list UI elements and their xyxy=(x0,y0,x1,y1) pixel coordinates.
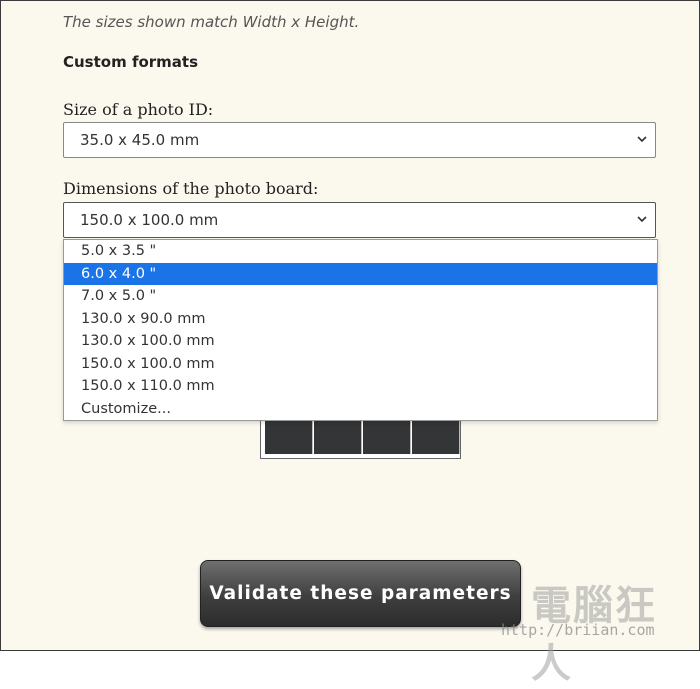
photo-cell xyxy=(265,419,313,454)
photo-board-label: Dimensions of the photo board: xyxy=(63,179,319,198)
intro-note: The sizes shown match Width x Height. xyxy=(63,13,360,31)
photo-board-select[interactable]: 150.0 x 100.0 mm xyxy=(63,202,656,238)
dropdown-option-customize[interactable]: Customize... xyxy=(64,398,657,421)
dropdown-option-130x90[interactable]: 130.0 x 90.0 mm xyxy=(64,308,657,331)
dropdown-option-150x100[interactable]: 150.0 x 100.0 mm xyxy=(64,353,657,376)
watermark-url: http://briian.com xyxy=(501,621,655,639)
photo-cell xyxy=(363,419,411,454)
photo-id-select[interactable]: 35.0 x 45.0 mm xyxy=(63,122,656,158)
chevron-down-icon xyxy=(637,136,647,143)
photo-board-preview xyxy=(260,419,461,459)
photo-id-value: 35.0 x 45.0 mm xyxy=(80,131,200,149)
photo-cell xyxy=(412,419,460,454)
page-frame: The sizes shown match Width x Height. Cu… xyxy=(0,0,700,687)
dropdown-option-130x100[interactable]: 130.0 x 100.0 mm xyxy=(64,330,657,353)
photo-board-dropdown: 5.0 x 3.5 " 6.0 x 4.0 " 7.0 x 5.0 " 130.… xyxy=(63,239,658,421)
dropdown-option-5x3.5[interactable]: 5.0 x 3.5 " xyxy=(64,240,657,263)
validate-parameters-button[interactable]: Validate these parameters xyxy=(200,560,521,627)
watermark: 電腦狂人 http://briian.com xyxy=(501,569,697,687)
dropdown-option-7x5[interactable]: 7.0 x 5.0 " xyxy=(64,285,657,308)
dropdown-option-150x110[interactable]: 150.0 x 110.0 mm xyxy=(64,375,657,398)
section-title: Custom formats xyxy=(63,53,199,71)
photo-board-value: 150.0 x 100.0 mm xyxy=(80,211,219,229)
photo-id-label: Size of a photo ID: xyxy=(63,100,214,119)
chevron-down-icon xyxy=(637,216,647,223)
photo-cell xyxy=(314,419,362,454)
dropdown-option-6x4[interactable]: 6.0 x 4.0 " xyxy=(64,262,657,285)
